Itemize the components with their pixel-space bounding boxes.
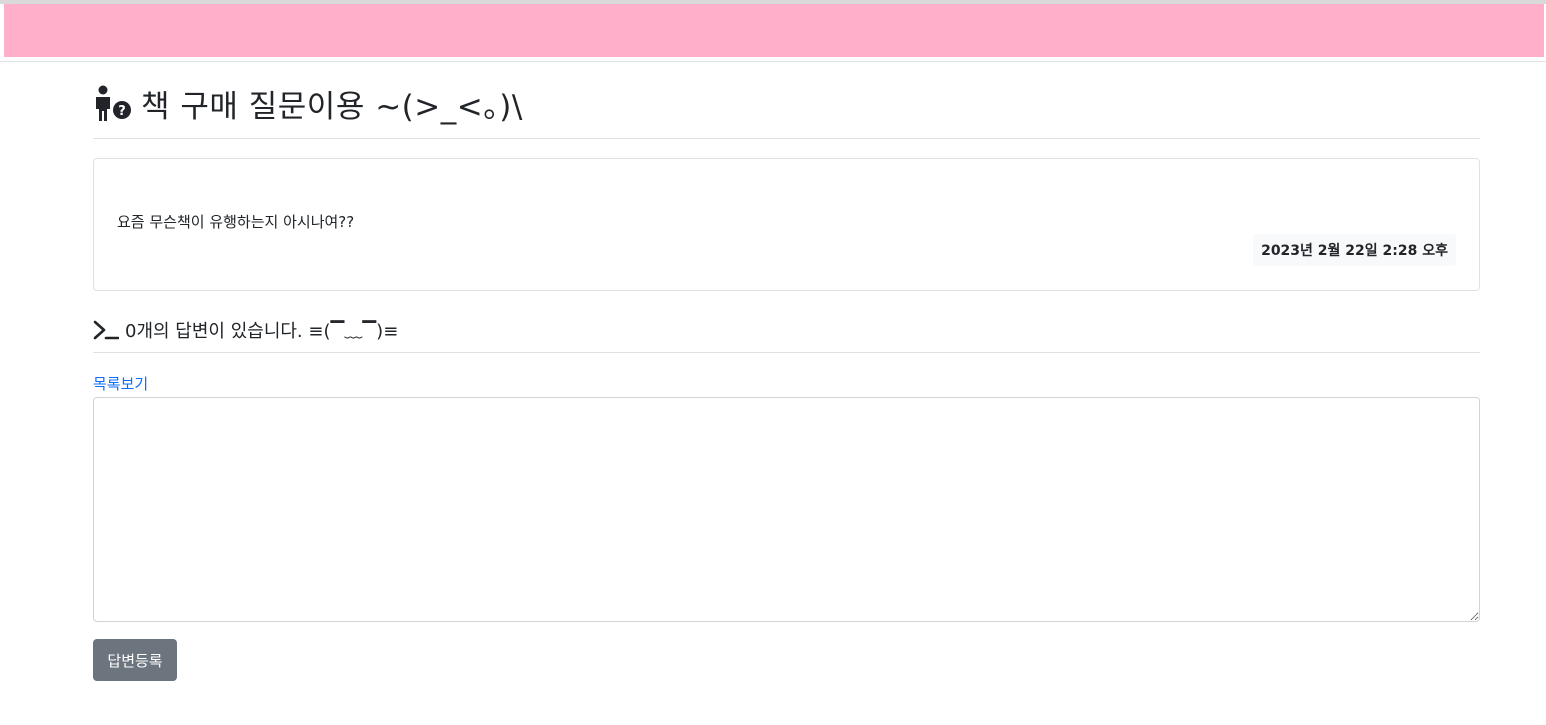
answers-header: 0개의 답변이 있습니다. ≡(▔﹏▔)≡ [93, 308, 1480, 353]
question-date-badge: 2023년 2월 22일 2:28 오후 [1253, 234, 1456, 266]
page-title: 책 구매 질문이용 ~(>_<。)\ [141, 88, 523, 125]
submit-answer-button[interactable]: 답변등록 [93, 639, 177, 681]
answers-count: 0개의 답변이 있습니다. ≡(▔﹏▔)≡ [125, 321, 399, 342]
svg-text:?: ? [118, 104, 126, 119]
answer-textarea[interactable] [93, 397, 1480, 622]
page-header: ? 책 구매 질문이용 ~(>_<。)\ [93, 62, 1480, 139]
pink-banner [4, 4, 1544, 57]
question-content: 요즘 무슨책이 유행하는지 아시나여?? [117, 213, 355, 231]
list-link[interactable]: 목록보기 [93, 373, 148, 394]
terminal-icon [93, 319, 120, 341]
question-card: 요즘 무슨책이 유행하는지 아시나여?? 2023년 2월 22일 2:28 오… [93, 158, 1480, 291]
main-container: ? 책 구매 질문이용 ~(>_<。)\ 요즘 무슨책이 유행하는지 아시나여?… [93, 62, 1480, 681]
person-question-icon: ? [93, 84, 133, 122]
